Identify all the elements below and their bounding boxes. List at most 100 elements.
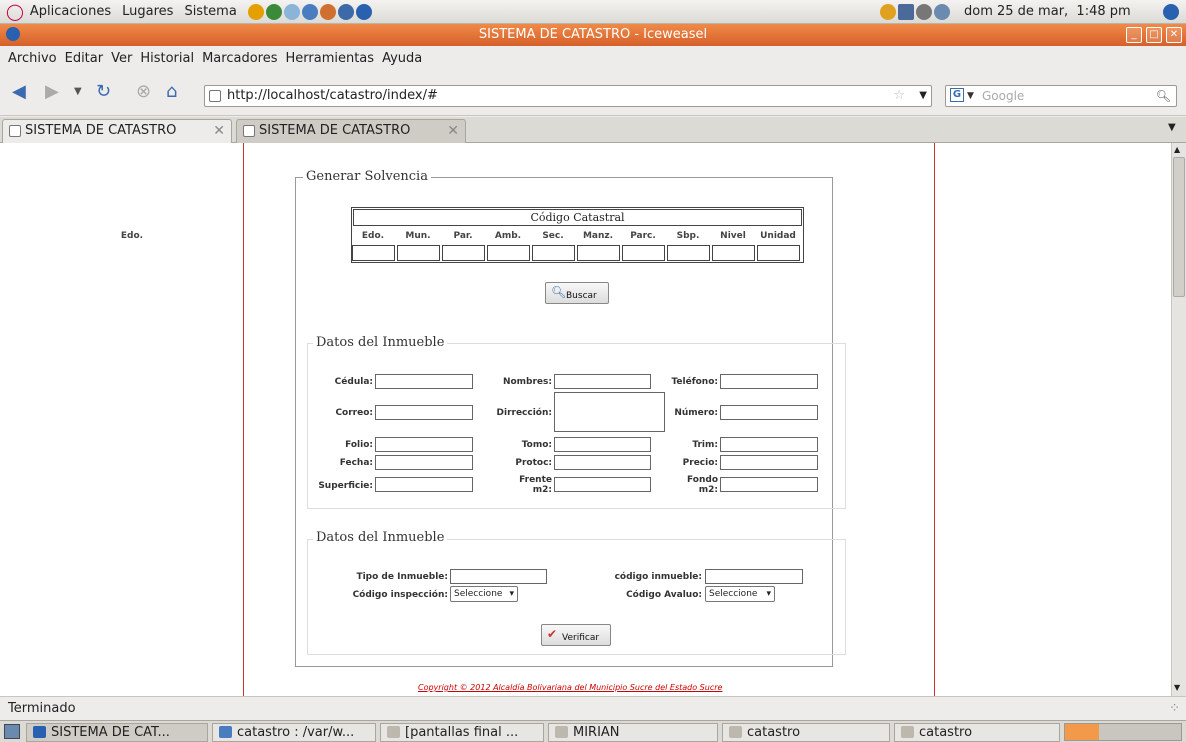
protoc-label: Protoc: <box>515 458 552 468</box>
tools-icon[interactable] <box>337 3 354 20</box>
update-icon[interactable] <box>880 4 896 20</box>
network-status-icon[interactable] <box>898 4 914 20</box>
power-icon[interactable] <box>1163 4 1179 20</box>
minimize-button[interactable]: _ <box>1126 27 1142 43</box>
close-button[interactable]: ✕ <box>1166 27 1182 43</box>
workspace-1[interactable] <box>1065 724 1099 740</box>
google-icon[interactable]: G <box>950 88 964 102</box>
vertical-scrollbar[interactable]: ▲ ▼ <box>1171 143 1186 696</box>
url-dropdown-icon[interactable]: ▼ <box>919 86 927 106</box>
tab-1[interactable]: SISTEMA DE CATASTRO ✕ <box>2 119 232 143</box>
window-titlebar[interactable]: SISTEMA DE CATASTRO - Iceweasel _ □ ✕ <box>0 24 1186 46</box>
superficie-input[interactable] <box>375 477 473 492</box>
debian-icon[interactable]: ◯ <box>6 2 24 21</box>
telefono-input[interactable] <box>720 374 818 389</box>
frente-input[interactable] <box>554 477 651 492</box>
bookmark-star-icon[interactable]: ☆ <box>893 86 905 106</box>
tab-list-icon[interactable]: ▼ <box>1168 122 1176 133</box>
globe-icon[interactable] <box>301 3 318 20</box>
menu-historial[interactable]: Historial <box>140 51 194 66</box>
tomo-input[interactable] <box>554 437 651 452</box>
menu-sistema[interactable]: Sistema <box>184 4 236 19</box>
copyright-link[interactable]: Copyright © 2012 Alcaldía Bolivariana de… <box>418 683 722 692</box>
mun-input[interactable] <box>397 245 440 261</box>
home-icon[interactable]: ⌂ <box>166 82 177 102</box>
parc-input[interactable] <box>622 245 665 261</box>
col-sec-label: Sec. <box>542 231 564 241</box>
nombres-input[interactable] <box>554 374 651 389</box>
browser-icon[interactable] <box>355 3 372 20</box>
maximize-button[interactable]: □ <box>1146 27 1162 43</box>
codigo-avaluo-select[interactable]: Seleccione <box>705 586 775 602</box>
task-mirian[interactable]: MIRIAN <box>548 723 718 742</box>
scroll-down-icon[interactable]: ▼ <box>1174 683 1180 692</box>
cedula-input[interactable] <box>375 374 473 389</box>
network-icon[interactable] <box>283 3 300 20</box>
stop-icon[interactable]: ⊗ <box>136 82 151 102</box>
correo-input[interactable] <box>375 405 473 420</box>
tab-close-icon[interactable]: ✕ <box>213 120 225 142</box>
volume-icon[interactable] <box>916 4 932 20</box>
scroll-thumb[interactable] <box>1173 157 1185 297</box>
menu-ayuda[interactable]: Ayuda <box>382 51 422 66</box>
protoc-input[interactable] <box>554 455 651 470</box>
tray-icons[interactable] <box>880 4 952 20</box>
reload-icon[interactable]: ↻ <box>96 82 111 102</box>
clock[interactable]: dom 25 de mar, 1:48 pm <box>964 4 1131 19</box>
task-catastro-1[interactable]: catastro <box>722 723 890 742</box>
firefox-icon[interactable] <box>265 3 282 20</box>
resize-grip-icon[interactable]: ⁘ <box>1169 697 1180 721</box>
folio-input[interactable] <box>375 437 473 452</box>
menu-editar[interactable]: Editar <box>65 51 104 66</box>
search-bar[interactable]: G ▼ Google 🔍︎ <box>945 85 1177 107</box>
precio-input[interactable] <box>720 455 818 470</box>
magnifier-icon: 🔍︎ <box>551 285 567 299</box>
scroll-up-icon[interactable]: ▲ <box>1174 145 1180 154</box>
codigo-inspeccion-select[interactable]: Seleccione <box>450 586 518 602</box>
top-panel: ◯ Aplicaciones Lugares Sistema dom 25 de… <box>0 0 1186 24</box>
menu-archivo[interactable]: Archivo <box>8 51 57 66</box>
chrome-icon[interactable] <box>247 3 264 20</box>
site-identity-icon[interactable] <box>209 90 221 102</box>
task-pantallas[interactable]: [pantallas final ... <box>380 723 544 742</box>
par-input[interactable] <box>442 245 485 261</box>
tipo-inmueble-input[interactable] <box>450 569 547 584</box>
show-desktop-icon[interactable] <box>4 724 20 739</box>
sbp-input[interactable] <box>667 245 710 261</box>
user-icon[interactable] <box>934 4 950 20</box>
trim-input[interactable] <box>720 437 818 452</box>
manz-input[interactable] <box>577 245 620 261</box>
menu-ver[interactable]: Ver <box>111 51 132 66</box>
codigo-inmueble-input[interactable] <box>705 569 803 584</box>
menu-aplicaciones[interactable]: Aplicaciones <box>30 4 111 19</box>
tab-2[interactable]: SISTEMA DE CATASTRO ✕ <box>236 119 466 143</box>
workspace-switcher[interactable] <box>1064 723 1182 741</box>
edo-input[interactable] <box>352 245 395 261</box>
fecha-input[interactable] <box>375 455 473 470</box>
tab-close-icon[interactable]: ✕ <box>447 120 459 142</box>
task-catastro-2[interactable]: catastro <box>894 723 1060 742</box>
menu-marcadores[interactable]: Marcadores <box>202 51 277 66</box>
buscar-button[interactable]: 🔍︎ Buscar <box>545 282 609 304</box>
users-icon[interactable] <box>319 3 336 20</box>
history-dropdown-icon[interactable]: ▼ <box>74 82 82 102</box>
direccion-label: Dirrección: <box>496 408 552 418</box>
verificar-button[interactable]: ✔ Verificar <box>541 624 611 646</box>
search-engine-dropdown-icon[interactable]: ▼ <box>967 86 974 106</box>
forward-icon[interactable]: ▶ <box>45 82 59 102</box>
unidad-input[interactable] <box>757 245 800 261</box>
search-icon[interactable]: 🔍︎ <box>1156 86 1171 106</box>
nivel-input[interactable] <box>712 245 755 261</box>
launcher-icons[interactable] <box>247 3 374 20</box>
sec-input[interactable] <box>532 245 575 261</box>
terminal-icon <box>219 726 232 738</box>
task-catastro-terminal[interactable]: catastro : /var/w... <box>212 723 376 742</box>
url-bar[interactable]: http://localhost/catastro/index/# ☆ ▼ <box>204 85 932 107</box>
task-iceweasel[interactable]: SISTEMA DE CAT... <box>26 723 208 742</box>
fondo-input[interactable] <box>720 477 818 492</box>
menu-herramientas[interactable]: Herramientas <box>286 51 375 66</box>
numero-input[interactable] <box>720 405 818 420</box>
menu-lugares[interactable]: Lugares <box>122 4 173 19</box>
back-icon[interactable]: ◀ <box>12 82 26 102</box>
amb-input[interactable] <box>487 245 530 261</box>
